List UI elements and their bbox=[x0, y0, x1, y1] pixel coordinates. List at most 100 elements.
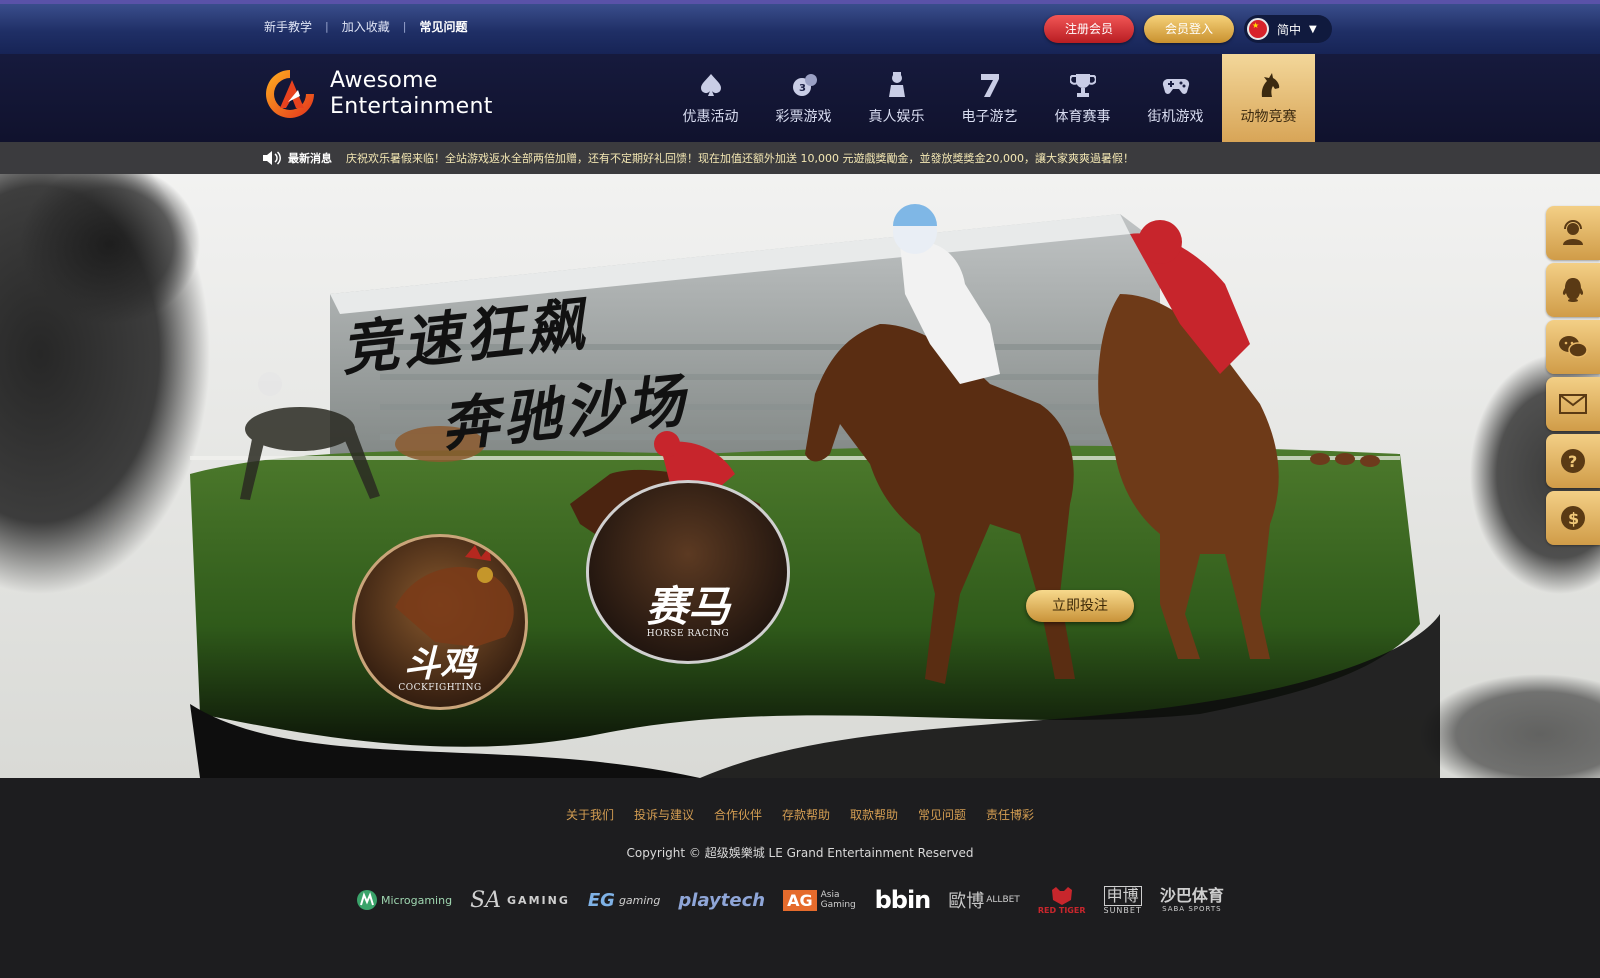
login-button[interactable]: 会员登入 bbox=[1144, 15, 1234, 43]
nav-live-casino[interactable]: 真人娱乐 bbox=[850, 54, 943, 142]
nav-animal-racing[interactable]: 动物竞赛 bbox=[1222, 54, 1315, 142]
ticker-label: 最新消息 bbox=[288, 152, 332, 165]
microgaming-m-icon bbox=[357, 890, 377, 910]
partner-name: SABA SPORTS bbox=[1162, 905, 1222, 913]
sa-mark-icon: SA bbox=[470, 887, 502, 913]
partner-name: 申博 bbox=[1103, 885, 1142, 906]
help-button[interactable]: ? bbox=[1546, 434, 1600, 488]
partner-name: SUNBET bbox=[1103, 905, 1142, 915]
nav-arcade[interactable]: 街机游戏 bbox=[1129, 54, 1222, 142]
footer-link-partners[interactable]: 合作伙伴 bbox=[714, 806, 762, 823]
mail-icon bbox=[1559, 394, 1587, 414]
china-flag-icon bbox=[1247, 18, 1269, 40]
slot-seven-icon bbox=[975, 70, 1005, 100]
partner-name: AG bbox=[783, 889, 817, 911]
footer-link-deposit-help[interactable]: 存款帮助 bbox=[782, 806, 830, 823]
partner-name: RED TIGER bbox=[1037, 905, 1086, 915]
nav-lottery[interactable]: 3 彩票游戏 bbox=[757, 54, 850, 142]
partner-name: 歐博 bbox=[948, 891, 985, 912]
nav-slots[interactable]: 电子游艺 bbox=[943, 54, 1036, 142]
nav-label: 体育赛事 bbox=[1054, 109, 1111, 125]
svg-text:3: 3 bbox=[799, 83, 806, 94]
footer-link-feedback[interactable]: 投诉与建议 bbox=[634, 806, 694, 823]
hero-banner: 竞速狂飙 奔驰沙场 斗鸡 COCKFIGHTING 赛马 HORSE RACIN… bbox=[0, 174, 1600, 778]
bbin-logo: bbin bbox=[874, 882, 932, 918]
saba-sports-logo: 沙巴体育 SABA SPORTS bbox=[1160, 882, 1224, 918]
spade-icon bbox=[696, 70, 726, 100]
mail-button[interactable] bbox=[1546, 377, 1600, 431]
nav-sports[interactable]: 体育赛事 bbox=[1036, 54, 1129, 142]
horse-racing-badge[interactable]: 赛马 HORSE RACING bbox=[586, 480, 790, 664]
main-nav: 优惠活动 3 彩票游戏 真人娱乐 电子游艺 体育赛事 街机游戏 动物竞赛 bbox=[664, 54, 1315, 142]
language-selector[interactable]: 简中 ▼ bbox=[1244, 15, 1332, 43]
nav-label: 优惠活动 bbox=[682, 109, 739, 125]
lottery-balls-icon: 3 bbox=[789, 70, 819, 100]
footer-link-withdraw-help[interactable]: 取款帮助 bbox=[850, 806, 898, 823]
partner-name: Asia Gaming bbox=[820, 890, 856, 910]
nav-promotions[interactable]: 优惠活动 bbox=[664, 54, 757, 142]
bet-now-button[interactable]: 立即投注 bbox=[1026, 590, 1134, 622]
footer-link-about[interactable]: 关于我们 bbox=[566, 806, 614, 823]
partner-name: Microgaming bbox=[381, 893, 453, 907]
tiger-head-icon bbox=[1051, 886, 1072, 905]
dollar-icon: $ bbox=[1561, 506, 1585, 530]
playtech-logo: playtech bbox=[678, 882, 765, 918]
svg-text:$: $ bbox=[1568, 509, 1579, 528]
nav-label: 街机游戏 bbox=[1147, 109, 1204, 125]
gamepad-icon bbox=[1161, 70, 1191, 100]
brand-logo[interactable]: Awesome Entertainment bbox=[262, 66, 493, 122]
customer-service-icon bbox=[1563, 220, 1583, 245]
eg-gaming-logo: EG gaming bbox=[588, 882, 661, 918]
sunbet-logo: 申博 SUNBET bbox=[1104, 882, 1142, 918]
eg-mark-icon: EG bbox=[587, 889, 615, 911]
microgaming-logo: Microgaming bbox=[356, 882, 452, 918]
register-button[interactable]: 注册会员 bbox=[1044, 15, 1134, 43]
svg-text:?: ? bbox=[1568, 452, 1577, 471]
customer-service-button[interactable] bbox=[1546, 206, 1600, 260]
partner-name: playtech bbox=[678, 889, 766, 911]
qq-button[interactable] bbox=[1546, 263, 1600, 317]
beginner-guide-link[interactable]: 新手教学 bbox=[264, 18, 312, 35]
cockfighting-badge[interactable]: 斗鸡 COCKFIGHTING bbox=[352, 534, 528, 710]
brand-line1: Awesome bbox=[330, 68, 438, 93]
horse-racing-label-cn: 赛马 bbox=[645, 582, 730, 631]
wechat-icon bbox=[1559, 336, 1588, 358]
help-icon: ? bbox=[1561, 449, 1585, 473]
footer-link-responsible[interactable]: 责任博彩 bbox=[986, 806, 1034, 823]
partner-name: ALLBET bbox=[986, 895, 1020, 905]
racing-scene-illustration bbox=[0, 174, 1600, 778]
qq-icon bbox=[1562, 278, 1584, 302]
horse-racing-label-en: HORSE RACING bbox=[646, 629, 730, 639]
deposit-button[interactable]: $ bbox=[1546, 491, 1600, 545]
partner-name: bbin bbox=[874, 886, 932, 914]
cockfighting-label-en: COCKFIGHTING bbox=[398, 683, 482, 693]
caret-down-icon: ▼ bbox=[1309, 23, 1317, 35]
add-favorite-link[interactable]: 加入收藏 bbox=[342, 18, 390, 35]
dealer-icon bbox=[882, 70, 912, 100]
separator: | bbox=[325, 20, 329, 33]
nav-label: 彩票游戏 bbox=[775, 109, 832, 125]
partner-name: GAMING bbox=[507, 893, 570, 907]
faq-link[interactable]: 常见问题 bbox=[419, 18, 467, 35]
allbet-logo: 歐博 ALLBET bbox=[948, 882, 1020, 918]
logo-mark-icon bbox=[262, 66, 318, 122]
top-utility-bar: 新手教学 | 加入收藏 | 常见问题 注册会员 会员登入 简中 ▼ bbox=[0, 0, 1600, 54]
right-float-toolbar: ? $ bbox=[1546, 206, 1600, 548]
nav-label: 动物竞赛 bbox=[1240, 109, 1297, 125]
wechat-button[interactable] bbox=[1546, 320, 1600, 374]
horse-head-icon bbox=[1254, 70, 1284, 100]
partner-name: 沙巴体育 bbox=[1159, 886, 1224, 905]
footer-links: 关于我们 投诉与建议 合作伙伴 存款帮助 取款帮助 常见问题 责任博彩 bbox=[0, 806, 1600, 823]
asia-gaming-logo: AG Asia Gaming bbox=[783, 882, 857, 918]
separator: | bbox=[402, 20, 407, 33]
main-header: Awesome Entertainment 优惠活动 3 彩票游戏 真人娱乐 电… bbox=[0, 54, 1600, 142]
ticker-text[interactable]: 庆祝欢乐暑假来临！全站游戏返水全部两倍加赠，还有不定期好礼回馈！现在加值还额外加… bbox=[346, 150, 1134, 166]
nav-label: 真人娱乐 bbox=[868, 109, 925, 125]
brand-name: Awesome Entertainment bbox=[330, 68, 493, 120]
top-links: 新手教学 | 加入收藏 | 常见问题 bbox=[264, 18, 467, 35]
language-label: 简中 bbox=[1277, 22, 1302, 37]
footer-link-faq[interactable]: 常见问题 bbox=[918, 806, 966, 823]
trophy-icon bbox=[1068, 70, 1098, 100]
news-ticker: 最新消息 庆祝欢乐暑假来临！全站游戏返水全部两倍加赠，还有不定期好礼回馈！现在加… bbox=[0, 142, 1600, 174]
brand-line2: Entertainment bbox=[330, 94, 493, 119]
